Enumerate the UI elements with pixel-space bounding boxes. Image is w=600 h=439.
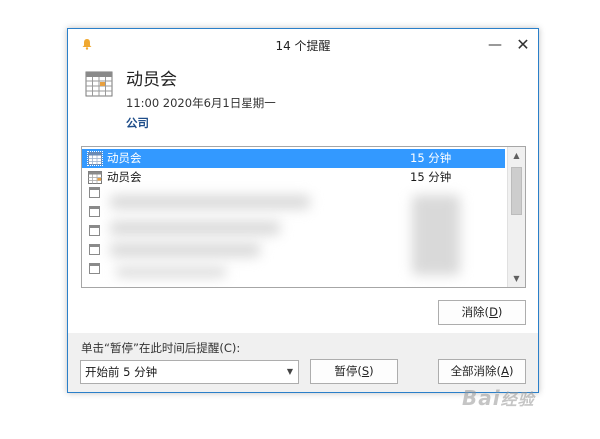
appointment-header: 动员会 11:00 2020年6月1日星期一 公司 [68,61,538,139]
scroll-down-arrow-icon[interactable]: ▼ [508,270,525,287]
blurred-text [412,195,460,275]
snooze-time-value: 开始前 5 分钟 [85,365,158,379]
minimize-button[interactable]: — [484,34,506,56]
reminder-due: 15 分钟 [410,151,452,165]
reminder-window: 14 个提醒 — ✕ 动员会 11:00 2020年6月1日星期一 公司 动员会… [67,28,539,393]
scroll-thumb[interactable] [511,167,522,215]
appointment-location: 公司 [126,116,149,130]
snooze-label: 单击“暂停”在此时间后提醒(C): [81,341,241,355]
title-bar: 14 个提醒 — ✕ [68,29,538,61]
watermark: Bai经验 [462,386,535,410]
dismiss-all-button[interactable]: 全部消除(A) [438,359,526,384]
blurred-text [110,195,310,209]
calendar-icon [85,71,113,97]
window-title: 14 个提醒 [275,39,331,53]
reminder-row-selected[interactable]: 动员会 15 分钟 [82,149,505,168]
appointment-datetime: 11:00 2020年6月1日星期一 [126,96,276,110]
chevron-down-icon: ▼ [286,367,293,376]
reminder-list[interactable]: 动员会 15 分钟 动员会 15 分钟 ▲ ▼ [81,146,526,288]
close-button[interactable]: ✕ [512,34,534,56]
blurred-text [116,267,226,277]
appointment-subject: 动员会 [126,70,177,90]
blurred-text [110,221,280,235]
snooze-time-select[interactable]: 开始前 5 分钟 ▼ [80,360,299,384]
calendar-item-icon [88,171,102,184]
list-scrollbar[interactable]: ▲ ▼ [507,147,525,287]
dismiss-button[interactable]: 消除(D) [438,300,526,325]
snooze-footer: 单击“暂停”在此时间后提醒(C): 开始前 5 分钟 ▼ 暂停(S) 全部消除(… [68,333,538,392]
blurred-reminder-rows [86,187,501,283]
calendar-item-icon [89,187,100,274]
reminder-subject: 动员会 [107,151,142,165]
reminder-row[interactable]: 动员会 15 分钟 [82,168,505,187]
scroll-up-arrow-icon[interactable]: ▲ [508,147,525,164]
reminder-due: 15 分钟 [410,170,452,184]
calendar-item-icon [87,151,103,166]
snooze-button[interactable]: 暂停(S) [310,359,398,384]
blurred-text [110,243,260,257]
reminder-subject: 动员会 [107,170,142,184]
